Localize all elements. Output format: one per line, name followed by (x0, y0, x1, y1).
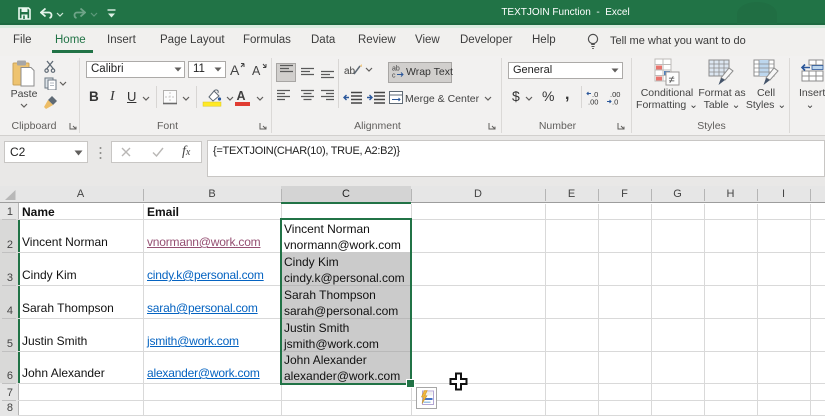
svg-text:ab: ab (344, 66, 356, 77)
svg-text:.00: .00 (588, 98, 598, 106)
svg-text:A: A (252, 64, 261, 78)
svg-text:ab: ab (392, 66, 400, 73)
svg-text:≠: ≠ (669, 74, 675, 86)
svg-text:A: A (230, 62, 240, 78)
svg-text:c: c (392, 73, 396, 79)
svg-text:.0: .0 (612, 98, 618, 106)
